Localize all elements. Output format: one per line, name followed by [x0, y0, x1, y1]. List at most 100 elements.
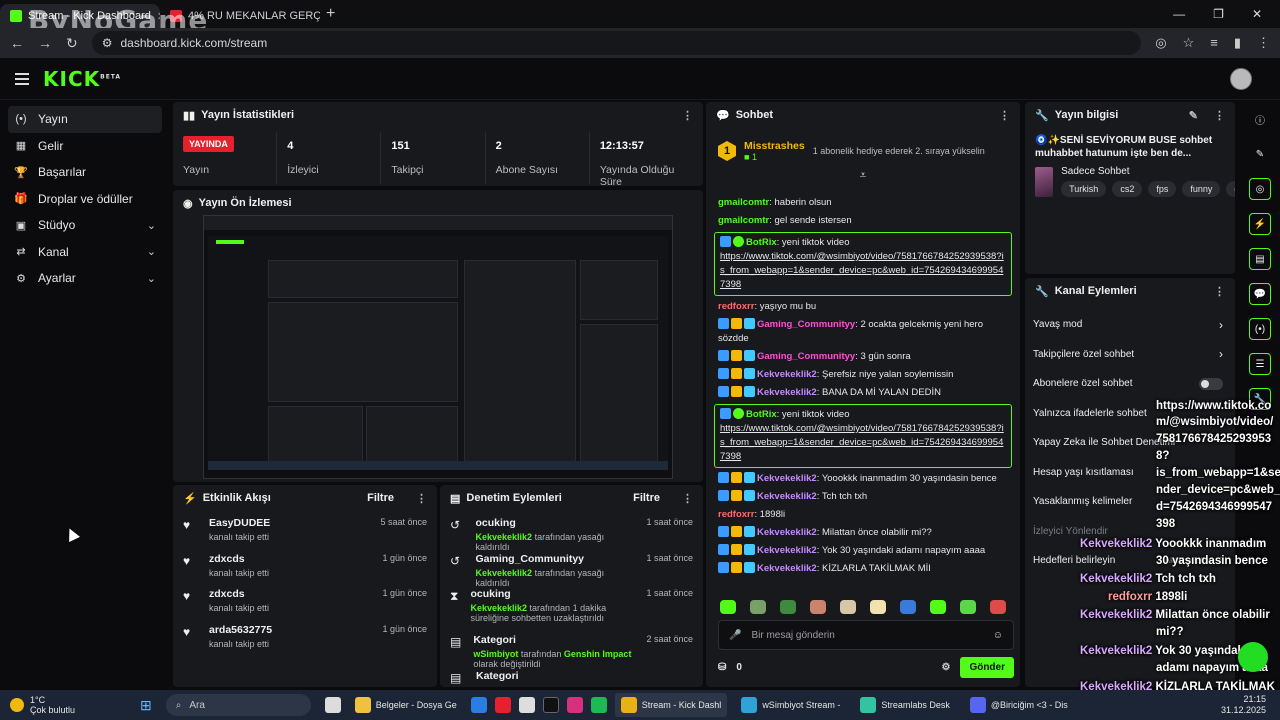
info-icon[interactable]: ⓘ — [1249, 108, 1271, 130]
gifter-name[interactable]: Misstrashes — [744, 140, 805, 152]
chat-username[interactable]: gmailcomtr — [718, 197, 769, 208]
chat-username[interactable]: Kekvekeklik2 — [757, 369, 817, 380]
user-avatar[interactable] — [1230, 68, 1252, 90]
system-clock[interactable]: 21:15 31.12.2025 — [1221, 694, 1280, 716]
emote-icon[interactable] — [750, 600, 766, 614]
emote-only-row[interactable]: Yalnızca ifadelerle sohbet — [1025, 399, 1235, 429]
chat-username[interactable]: Kekvekeklik2 — [757, 563, 817, 574]
emote-icon[interactable] — [840, 600, 856, 614]
activity-user[interactable]: arda5632775 — [209, 624, 272, 636]
chat-username[interactable]: Kekvekeklik2 — [757, 527, 817, 538]
extension-icon[interactable]: ▮ — [1234, 35, 1241, 51]
chat-username[interactable]: redfoxrr — [718, 509, 754, 520]
star-icon[interactable]: ☆ — [1183, 35, 1195, 51]
account-age-row[interactable]: Hesap yaşı kısıtlaması — [1025, 458, 1235, 488]
sidebar-item-basarilar[interactable]: 🏆 Başarılar — [8, 159, 162, 186]
activity-user[interactable]: zdxcds — [209, 588, 269, 600]
hamburger-menu-icon[interactable] — [15, 72, 29, 85]
list-icon[interactable]: ☰ — [1249, 353, 1271, 375]
sidebar-item-kanal[interactable]: ⇄ Kanal ⌄ — [8, 239, 162, 266]
weather-widget[interactable]: 1°C Çok bulutlu — [0, 695, 140, 715]
more-icon[interactable]: ⋮ — [1257, 35, 1270, 51]
taskbar-window-edge[interactable]: wSimbiyot Stream - — [735, 693, 846, 717]
emote-icon[interactable] — [720, 600, 736, 614]
moderation-actor[interactable]: Kekvekeklik2 — [470, 603, 527, 613]
followers-only-row[interactable]: Takipçilere özel sohbet › — [1025, 340, 1235, 370]
more-options-icon[interactable]: ⋮ — [999, 109, 1010, 122]
sidebar-item-gelir[interactable]: ▦ Gelir — [8, 133, 162, 160]
taskbar-window-discord[interactable]: @Biriciğim <3 - Dis — [964, 693, 1074, 717]
activity-user[interactable]: zdxcds — [209, 553, 269, 565]
taskbar-window-streamlabs[interactable]: Streamlabs Desk — [854, 693, 956, 717]
menu-list-icon[interactable]: ≡ — [1210, 35, 1218, 51]
more-options-icon[interactable]: ⋮ — [682, 492, 693, 505]
category-name[interactable]: Genshin Impact — [564, 649, 632, 659]
emote-icon[interactable] — [990, 600, 1006, 614]
chat-link[interactable]: https://www.tiktok.com/@wsimbiyot/video/… — [720, 423, 1004, 462]
sidebar-item-yayin[interactable]: (•) Yayın — [8, 106, 162, 133]
scroll-down-icon[interactable]: ⩡ — [706, 168, 1020, 183]
goals-row[interactable]: Hedefleri belirleyin Aktif hedefler - 2 — [1025, 546, 1235, 576]
moderation-target[interactable]: ocuking — [470, 588, 634, 600]
chat-username[interactable]: Kekvekeklik2 — [757, 545, 817, 556]
close-window-icon[interactable]: ✕ — [1252, 7, 1262, 21]
chat-username[interactable]: Gaming_Communityy — [757, 319, 855, 330]
sidebar-item-droplar[interactable]: 🎁 Droplar ve ödüller — [8, 186, 162, 213]
site-info-icon[interactable]: ⚙ — [102, 36, 113, 50]
moderation-actor[interactable]: Kekvekeklik2 — [475, 568, 532, 578]
emote-icon[interactable] — [780, 600, 796, 614]
edit-icon[interactable]: ✎ — [1249, 143, 1271, 165]
filter-button[interactable]: Filtre — [367, 492, 394, 504]
subscribers-only-toggle[interactable] — [1199, 377, 1223, 390]
activity-user[interactable]: EasyDUDEE — [209, 517, 270, 529]
moderation-target[interactable]: Gaming_Communityy — [475, 553, 634, 565]
document-icon[interactable]: ▤ — [1249, 248, 1271, 270]
gear-icon[interactable]: ⚙ — [941, 662, 950, 673]
tiktok-icon[interactable] — [542, 697, 559, 713]
outlook-icon[interactable] — [470, 697, 487, 713]
chat-link[interactable]: https://www.tiktok.com/@wsimbiyot/video/… — [720, 251, 1004, 290]
chat-username[interactable]: gmailcomtr — [718, 215, 769, 226]
target-icon[interactable]: ◎ — [1249, 178, 1271, 200]
address-bar[interactable]: ⚙ dashboard.kick.com/stream — [91, 31, 1142, 55]
edit-icon[interactable]: ✎ — [1189, 109, 1198, 122]
more-options-icon[interactable]: ⋮ — [682, 109, 693, 122]
chat-input[interactable]: 🎤 Bir mesaj gönderin ☺ — [718, 620, 1014, 650]
taskbar-search[interactable]: ⌕ Ara — [165, 694, 311, 716]
chat-icon[interactable]: 💬 — [1249, 283, 1271, 305]
slow-mode-row[interactable]: Yavaş mod › — [1025, 310, 1235, 340]
send-button[interactable]: Gönder — [960, 656, 1014, 678]
chat-username[interactable]: Kekvekeklik2 — [757, 473, 817, 484]
instagram-icon[interactable] — [566, 697, 583, 713]
more-options-icon[interactable]: ⋮ — [1214, 109, 1225, 122]
reload-icon[interactable]: ↻ — [66, 35, 78, 52]
sidebar-item-ayarlar[interactable]: ⚙ Ayarlar ⌄ — [8, 265, 162, 292]
kick-logo[interactable]: KICKBETA — [43, 67, 121, 91]
ai-moderation-row[interactable]: Yapay Zeka ile Sohbet Denetimi — [1025, 428, 1235, 458]
chat-username[interactable]: Kekvekeklik2 — [757, 491, 817, 502]
chat-username[interactable]: Kekvekeklik2 — [757, 387, 817, 398]
lightning-icon[interactable]: ⚡ — [1249, 213, 1271, 235]
more-options-icon[interactable]: ⋮ — [1214, 285, 1225, 298]
emote-icon[interactable] — [960, 600, 976, 614]
taskbar-window-chrome[interactable]: Stream - Kick Dashl — [614, 693, 728, 717]
windows-start-icon[interactable]: ⊞ — [140, 697, 152, 714]
filter-button[interactable]: Filtre — [633, 492, 660, 504]
new-tab-icon[interactable]: + — [326, 5, 335, 23]
broadcast-icon[interactable]: (•) — [1249, 318, 1271, 340]
emote-icon[interactable] — [810, 600, 826, 614]
category-name[interactable]: Sadece Sohbet — [1061, 166, 1225, 177]
points-icon[interactable]: ⛁ — [718, 662, 726, 673]
sidebar-item-studyo[interactable]: ▣ Stüdyo ⌄ — [8, 212, 162, 239]
emoji-icon[interactable]: ☺ — [993, 630, 1003, 641]
stream-preview-video[interactable] — [203, 215, 673, 479]
task-view-icon[interactable] — [324, 697, 341, 713]
microphone-icon[interactable]: 🎤 — [729, 630, 741, 641]
maximize-icon[interactable]: ❐ — [1213, 7, 1224, 21]
moderation-actor[interactable]: wSimbiyot — [473, 649, 518, 659]
moderation-actor[interactable]: Kekvekeklik2 — [475, 532, 532, 542]
spotify-icon[interactable] — [590, 697, 607, 713]
chat-username[interactable]: BotRix — [746, 237, 777, 248]
forward-icon[interactable]: → — [38, 35, 52, 51]
wrench-icon[interactable]: 🔧 — [1249, 388, 1271, 410]
